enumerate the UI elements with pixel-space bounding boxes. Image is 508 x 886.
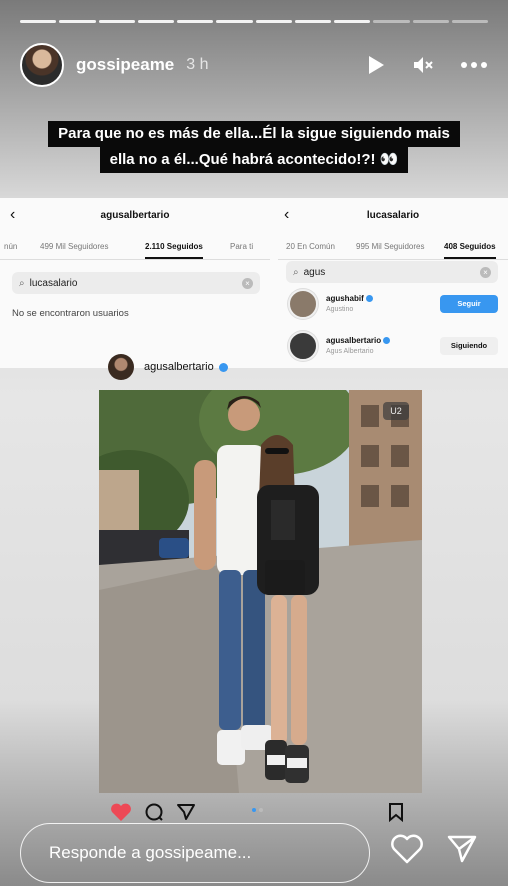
- verified-icon: [218, 362, 228, 372]
- reply-input[interactable]: Responde a gossipeame...: [20, 823, 370, 883]
- caption-line-2: ella no a él...Qué habrá acontecido!?! 👀: [99, 147, 409, 173]
- search-icon: ⌕: [19, 277, 25, 289]
- search-value: agus: [303, 266, 326, 278]
- tab-followers[interactable]: 499 Mil Seguidores: [40, 242, 108, 251]
- more-options-icon[interactable]: [460, 61, 488, 69]
- post-actions: [110, 802, 410, 824]
- carousel-indicator: [252, 808, 263, 812]
- progress-segment: [216, 20, 253, 23]
- tab-followers[interactable]: 995 Mil Seguidores: [356, 242, 424, 251]
- progress-segment: [59, 20, 96, 23]
- story-caption: Para que no es más de ella...Él la sigue…: [0, 121, 508, 173]
- profile-title: lucasalario: [366, 210, 420, 221]
- follow-button[interactable]: Seguir: [440, 295, 498, 313]
- progress-segment: [20, 20, 57, 23]
- progress-segment: [412, 20, 449, 23]
- following-button[interactable]: Siguiendo: [440, 337, 498, 355]
- user-fullname: Agus Albertario: [326, 348, 374, 355]
- profile-title: agusalbertario: [100, 210, 170, 221]
- progress-segment: [98, 20, 135, 23]
- progress-segment: [177, 20, 214, 23]
- follow-tabs: nún 499 Mil Seguidores 2.110 Seguidos Pa…: [0, 238, 270, 260]
- verified-icon: [365, 295, 373, 303]
- tab-following[interactable]: 2.110 Seguidos: [145, 242, 203, 259]
- right-following-panel: ‹ lucasalario 20 En Común 995 Mil Seguid…: [278, 198, 508, 368]
- story-actions: [390, 834, 478, 869]
- progress-segment: [451, 20, 488, 23]
- avatar[interactable]: [108, 354, 134, 380]
- progress-segment: [373, 20, 410, 23]
- search-icon: ⌕: [293, 266, 299, 278]
- progress-segment: [294, 20, 331, 23]
- progress-segment: [334, 20, 371, 23]
- heart-icon[interactable]: [390, 834, 424, 869]
- follow-tabs: 20 En Común 995 Mil Seguidores 408 Segui…: [278, 238, 508, 260]
- user-row[interactable]: agusalbertario Agus Albertario Siguiendo: [288, 328, 498, 364]
- play-icon[interactable]: [366, 54, 386, 76]
- tab-common[interactable]: 20 En Común: [286, 242, 335, 251]
- caption-line-1: Para que no es más de ella...Él la sigue…: [48, 121, 460, 147]
- tab-for-you[interactable]: Para ti: [230, 242, 253, 251]
- user-fullname: Agustino: [326, 306, 354, 313]
- user-name: agusalbertario: [326, 336, 382, 345]
- tab-following[interactable]: 408 Seguidos: [444, 242, 496, 259]
- instagram-story: gossipeame 3 h Para que no es más de ell…: [0, 0, 508, 886]
- empty-result-message: No se encontraron usuarios: [12, 308, 129, 319]
- bookmark-icon[interactable]: [388, 802, 404, 827]
- progress-segment: [137, 20, 174, 23]
- tab-common[interactable]: nún: [4, 242, 17, 251]
- story-progress-bar: [20, 20, 488, 23]
- avatar[interactable]: [288, 331, 318, 361]
- progress-segment: [255, 20, 292, 23]
- search-input[interactable]: ⌕ lucasalario ×: [12, 272, 260, 294]
- tag-badge[interactable]: U2: [383, 402, 409, 420]
- avatar[interactable]: [288, 289, 318, 319]
- send-icon[interactable]: [446, 834, 478, 869]
- story-header: gossipeame 3 h: [20, 42, 488, 88]
- mute-icon[interactable]: [412, 54, 434, 76]
- clear-icon[interactable]: ×: [480, 266, 491, 278]
- search-value: lucasalario: [29, 277, 78, 289]
- post-photo[interactable]: [99, 390, 422, 793]
- story-username[interactable]: gossipeame: [76, 55, 174, 75]
- verified-icon: [383, 337, 391, 345]
- post-username[interactable]: agusalbertario: [144, 361, 214, 373]
- user-row[interactable]: agushabif Agustino Seguir: [288, 286, 498, 322]
- search-input[interactable]: ⌕ agus ×: [286, 261, 498, 283]
- screenshot-collage: ‹ agusalbertario nún 499 Mil Seguidores …: [0, 198, 508, 368]
- story-timestamp: 3 h: [186, 56, 209, 73]
- avatar[interactable]: [20, 43, 64, 87]
- left-following-panel: ‹ agusalbertario nún 499 Mil Seguidores …: [0, 198, 270, 368]
- reply-placeholder: Responde a gossipeame...: [49, 843, 252, 862]
- user-name: agushabif: [326, 294, 364, 303]
- clear-icon[interactable]: ×: [242, 277, 253, 289]
- post-header: agusalbertario: [108, 352, 228, 382]
